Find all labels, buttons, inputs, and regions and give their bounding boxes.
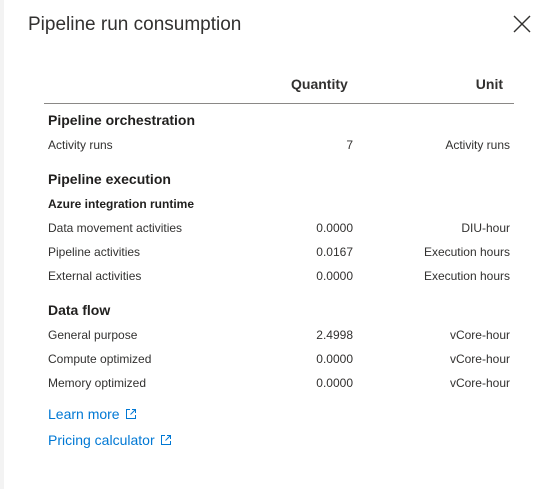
- row-label: Compute optimized: [48, 352, 152, 366]
- panel-title: Pipeline run consumption: [28, 14, 242, 35]
- pricing-calculator-link[interactable]: Pricing calculator: [48, 432, 172, 448]
- table-row: Data movement activities 0.0000 DIU-hour: [48, 221, 510, 237]
- row-quantity: 0.0000: [316, 376, 353, 390]
- learn-more-link[interactable]: Learn more: [48, 406, 137, 422]
- row-unit: Execution hours: [423, 245, 510, 259]
- external-link-icon: [125, 409, 136, 419]
- external-link-icon: [160, 435, 171, 445]
- row-unit: vCore-hour: [449, 376, 510, 390]
- table-row: Activity runs 7 Activity runs: [48, 138, 510, 154]
- section-heading-execution: Pipeline execution: [48, 171, 171, 187]
- row-quantity: 0.0000: [316, 269, 353, 283]
- close-button[interactable]: [508, 10, 536, 38]
- row-label: Memory optimized: [48, 376, 147, 390]
- column-header-unit: Unit: [475, 76, 503, 92]
- table-row: Pipeline activities 0.0167 Execution hou…: [48, 245, 510, 261]
- row-label: General purpose: [48, 328, 138, 342]
- row-unit: vCore-hour: [449, 328, 510, 342]
- consumption-panel: Pipeline run consumption Quantity Unit P…: [4, 0, 545, 489]
- table-row: Compute optimized 0.0000 vCore-hour: [48, 352, 510, 368]
- row-quantity: 0.0000: [316, 352, 353, 366]
- row-unit: vCore-hour: [449, 352, 510, 366]
- close-icon: [513, 15, 531, 33]
- subsection-heading-azure-ir: Azure integration runtime: [48, 197, 195, 211]
- row-quantity: 0.0000: [316, 221, 353, 235]
- row-label: Data movement activities: [48, 221, 183, 235]
- table-row: General purpose 2.4998 vCore-hour: [48, 328, 510, 344]
- column-header-quantity: Quantity: [291, 76, 348, 92]
- row-unit: DIU-hour: [461, 221, 510, 235]
- table-row: External activities 0.0000 Execution hou…: [48, 269, 510, 285]
- row-unit: Activity runs: [445, 138, 510, 152]
- row-label: Activity runs: [48, 138, 113, 152]
- row-quantity: 2.4998: [316, 328, 353, 342]
- section-heading-dataflow: Data flow: [48, 302, 111, 318]
- row-label: Pipeline activities: [48, 245, 141, 259]
- row-quantity: 7: [346, 138, 353, 152]
- table-row: Memory optimized 0.0000 vCore-hour: [48, 376, 510, 392]
- row-label: External activities: [48, 269, 142, 283]
- header-divider: [44, 103, 514, 104]
- section-heading-orchestration: Pipeline orchestration: [48, 112, 196, 128]
- row-unit: Execution hours: [423, 269, 510, 283]
- pricing-calculator-label: Pricing calculator: [48, 432, 155, 448]
- learn-more-label: Learn more: [48, 406, 120, 422]
- row-quantity: 0.0167: [316, 245, 353, 259]
